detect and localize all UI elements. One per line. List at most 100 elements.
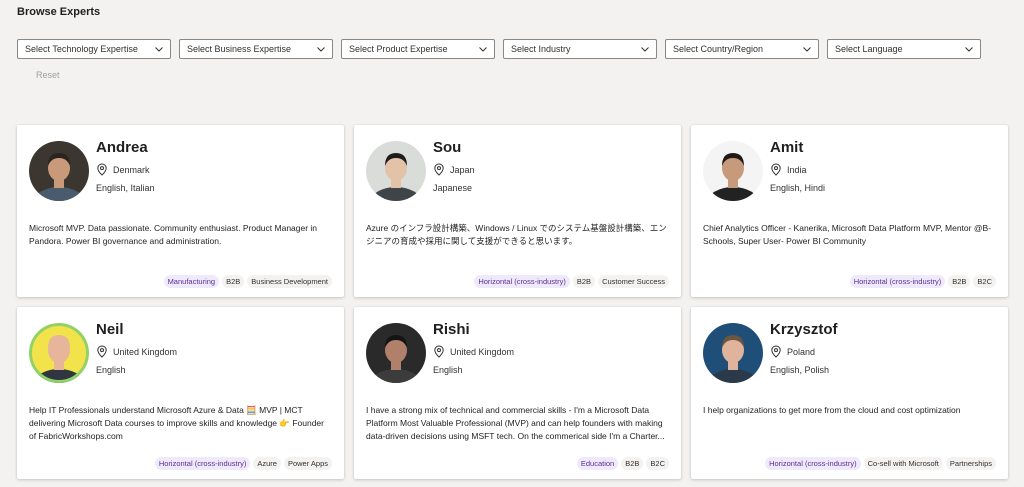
tag-badge: B2B <box>621 457 644 470</box>
expert-name: Amit <box>770 139 804 156</box>
avatar <box>366 323 426 383</box>
expert-tags: Horizontal (cross-industry) Co-sell with … <box>765 457 996 470</box>
location-pin-icon <box>434 163 444 176</box>
expert-card[interactable]: Sou Japan Japanese Azure のインフラ設計構築、Windo… <box>354 125 681 297</box>
expert-location: United Kingdom <box>96 345 177 358</box>
expert-tags: Horizontal (cross-industry) B2B B2C <box>849 275 996 288</box>
expert-card[interactable]: Amit India English, Hindi Chief Analytic… <box>691 125 1008 297</box>
expert-name: Rishi <box>433 321 470 338</box>
tag-badge: Horizontal (cross-industry) <box>765 457 861 470</box>
person-icon <box>366 323 426 383</box>
tag-badge: B2C <box>646 457 669 470</box>
product-expertise-dropdown[interactable]: Select Product Expertise <box>341 39 495 59</box>
page-title: Browse Experts <box>17 6 101 18</box>
expert-name: Andrea <box>96 139 148 156</box>
avatar <box>703 323 763 383</box>
expert-tags: Horizontal (cross-industry) B2B Customer S… <box>474 275 669 288</box>
location-pin-icon <box>771 345 781 358</box>
tag-badge: B2B <box>948 275 971 288</box>
chevron-down-icon <box>641 47 649 52</box>
tag-badge: Horizontal (cross-industry) <box>154 457 251 470</box>
location-pin-icon <box>771 163 781 176</box>
expert-tags: Education B2B B2C <box>576 457 669 470</box>
tag-badge: B2B <box>572 275 596 288</box>
expert-languages: English, Polish <box>770 365 830 375</box>
expert-name: Krzysztof <box>770 321 838 338</box>
filter-bar: Select Technology Expertise Select Busin… <box>17 39 981 59</box>
expert-location: Japan <box>433 163 475 176</box>
chevron-down-icon <box>479 47 487 52</box>
expert-card-grid: Andrea Denmark English, Italian Microsof… <box>17 125 1008 479</box>
tag-badge: Partnerships <box>945 457 996 470</box>
chevron-down-icon <box>803 47 811 52</box>
expert-name: Neil <box>96 321 124 338</box>
person-icon <box>703 141 763 201</box>
chevron-down-icon <box>965 47 973 52</box>
avatar <box>703 141 763 201</box>
expert-location: Poland <box>770 345 815 358</box>
expert-country: India <box>787 164 807 175</box>
tag-badge: Education <box>576 457 619 470</box>
dropdown-label: Select Country/Region <box>673 44 764 54</box>
person-icon <box>703 323 763 383</box>
industry-dropdown[interactable]: Select Industry <box>503 39 657 59</box>
expert-tags: Manufacturing B2B Business Development <box>163 275 332 288</box>
dropdown-label: Select Business Expertise <box>187 44 292 54</box>
expert-country: United Kingdom <box>450 346 515 357</box>
expert-languages: English, Italian <box>96 183 155 193</box>
expert-tags: Horizontal (cross-industry) Azure Power Ap… <box>154 457 332 470</box>
reset-button[interactable]: Reset <box>36 70 60 80</box>
dropdown-label: Select Technology Expertise <box>25 44 138 54</box>
country-region-dropdown[interactable]: Select Country/Region <box>665 39 819 59</box>
avatar <box>366 141 426 201</box>
tag-badge: B2B <box>222 275 245 288</box>
expert-languages: English, Hindi <box>770 183 826 193</box>
expert-country: United Kingdom <box>113 346 178 357</box>
expert-languages: English <box>433 365 463 375</box>
expert-card[interactable]: Krzysztof Poland English, Polish I help … <box>691 307 1008 479</box>
technology-expertise-dropdown[interactable]: Select Technology Expertise <box>17 39 171 59</box>
avatar <box>29 323 89 383</box>
tag-badge: Horizontal (cross-industry) <box>849 275 946 288</box>
dropdown-label: Select Industry <box>511 44 571 54</box>
expert-card[interactable]: Neil United Kingdom English Help IT Prof… <box>17 307 344 479</box>
expert-bio: Chief Analytics Officer - Kanerika, Micr… <box>703 223 991 246</box>
language-dropdown[interactable]: Select Language <box>827 39 981 59</box>
expert-card[interactable]: Andrea Denmark English, Italian Microsof… <box>17 125 344 297</box>
expert-languages: Japanese <box>433 183 473 193</box>
tag-badge: Horizontal (cross-industry) <box>474 275 570 288</box>
dropdown-label: Select Product Expertise <box>349 44 448 54</box>
chevron-down-icon <box>155 47 163 52</box>
expert-location: United Kingdom <box>433 345 514 358</box>
expert-name: Sou <box>433 139 462 156</box>
expert-card[interactable]: Rishi United Kingdom English I have a st… <box>354 307 681 479</box>
avatar <box>29 141 89 201</box>
dropdown-label: Select Language <box>835 44 903 54</box>
tag-badge: Customer Success <box>598 275 669 288</box>
expert-country: Poland <box>787 346 816 357</box>
expert-bio: Help IT Professionals understand Microso… <box>29 405 324 441</box>
business-expertise-dropdown[interactable]: Select Business Expertise <box>179 39 333 59</box>
expert-location: Denmark <box>96 163 150 176</box>
expert-location: India <box>770 163 807 176</box>
tag-badge: Co-sell with Microsoft <box>863 457 943 470</box>
tag-badge: Manufacturing <box>163 275 220 288</box>
expert-bio: I help organizations to get more from th… <box>703 405 961 415</box>
tag-badge: Business Development <box>247 275 332 288</box>
location-pin-icon <box>97 345 107 358</box>
location-pin-icon <box>97 163 107 176</box>
expert-bio: Microsoft MVP. Data passionate. Communit… <box>29 223 318 246</box>
expert-languages: English <box>96 365 126 375</box>
person-icon <box>29 323 89 383</box>
chevron-down-icon <box>317 47 325 52</box>
expert-country: Japan <box>450 164 475 175</box>
tag-badge: Azure <box>253 457 281 470</box>
expert-bio: I have a strong mix of technical and com… <box>366 405 665 441</box>
person-icon <box>29 141 89 201</box>
person-icon <box>366 141 426 201</box>
expert-bio: Azure のインフラ設計構築、Windows / Linux でのシステム基盤… <box>366 223 667 246</box>
tag-badge: Power Apps <box>283 457 332 470</box>
tag-badge: B2C <box>973 275 996 288</box>
location-pin-icon <box>434 345 444 358</box>
expert-country: Denmark <box>113 164 150 175</box>
